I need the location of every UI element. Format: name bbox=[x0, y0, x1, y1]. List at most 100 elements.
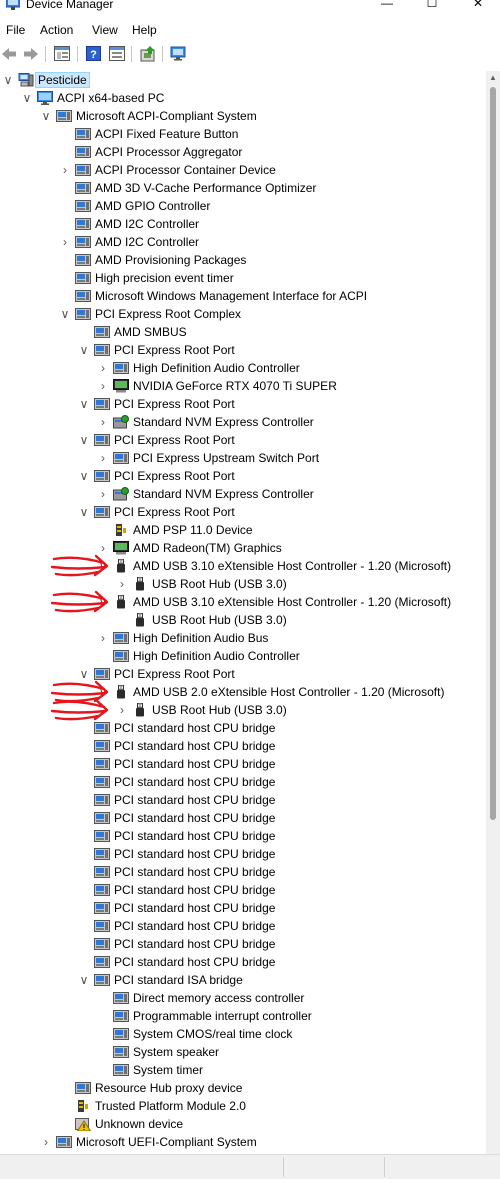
vertical-scrollbar[interactable]: ▲ bbox=[486, 71, 500, 1154]
tree-node[interactable]: ∨ Pesticide bbox=[0, 71, 486, 89]
help-icon[interactable]: ? bbox=[85, 45, 102, 62]
tree-node[interactable]: PCI standard host CPU bridge bbox=[0, 791, 486, 809]
tree-node[interactable]: Direct memory access controller bbox=[0, 989, 486, 1007]
menu-view[interactable]: View bbox=[92, 23, 118, 37]
tree-node[interactable]: PCI standard host CPU bridge bbox=[0, 827, 486, 845]
chevron-right-icon[interactable]: › bbox=[59, 161, 71, 179]
menu-action[interactable]: Action bbox=[40, 23, 73, 37]
tree-node[interactable]: › NVIDIA GeForce RTX 4070 Ti SUPER bbox=[0, 377, 486, 395]
scroll-up-arrow-icon[interactable]: ▲ bbox=[489, 73, 497, 83]
update-driver-icon[interactable] bbox=[139, 45, 156, 62]
chevron-down-icon[interactable]: ∨ bbox=[2, 71, 14, 89]
maximize-button[interactable]: ☐ bbox=[410, 0, 454, 12]
tree-node[interactable]: System timer bbox=[0, 1061, 486, 1079]
tree-node[interactable]: › USB Root Hub (USB 3.0) bbox=[0, 575, 486, 593]
chevron-down-icon[interactable]: ∨ bbox=[97, 557, 109, 575]
menu-file[interactable]: File bbox=[6, 23, 25, 37]
tree-node[interactable]: › High Definition Audio Bus bbox=[0, 629, 486, 647]
tree-node[interactable]: ∨ PCI Express Root Port bbox=[0, 341, 486, 359]
tree-node[interactable]: ∨ ACPI x64-based PC bbox=[0, 89, 486, 107]
tree-node[interactable]: PCI standard host CPU bridge bbox=[0, 845, 486, 863]
properties-sheet-icon[interactable] bbox=[53, 45, 70, 62]
chevron-right-icon[interactable]: › bbox=[97, 449, 109, 467]
chevron-down-icon[interactable]: ∨ bbox=[78, 971, 90, 989]
tree-node[interactable]: ∨ AMD USB 3.10 eXtensible Host Controller… bbox=[0, 557, 486, 575]
tree-node[interactable]: PCI standard host CPU bridge bbox=[0, 899, 486, 917]
chevron-down-icon[interactable]: ∨ bbox=[78, 431, 90, 449]
tree-node[interactable]: ∨ PCI Express Root Port bbox=[0, 467, 486, 485]
tree-node[interactable]: › USB Root Hub (USB 3.0) bbox=[0, 701, 486, 719]
tree-node[interactable]: PCI standard host CPU bridge bbox=[0, 863, 486, 881]
chevron-down-icon[interactable]: ∨ bbox=[59, 305, 71, 323]
tree-node[interactable]: AMD Provisioning Packages bbox=[0, 251, 486, 269]
tree-node[interactable]: Microsoft Windows Management Interface f… bbox=[0, 287, 486, 305]
tree-node[interactable]: ∨ PCI Express Root Port bbox=[0, 395, 486, 413]
tree-node[interactable]: System CMOS/real time clock bbox=[0, 1025, 486, 1043]
chevron-down-icon[interactable]: ∨ bbox=[78, 395, 90, 413]
tree-node[interactable]: ∨ PCI Express Root Port bbox=[0, 431, 486, 449]
chevron-right-icon[interactable]: › bbox=[40, 1133, 52, 1151]
tree-node[interactable]: High Definition Audio Controller bbox=[0, 647, 486, 665]
tree-node[interactable]: System speaker bbox=[0, 1043, 486, 1061]
chevron-right-icon[interactable]: › bbox=[59, 233, 71, 251]
tree-node[interactable]: Trusted Platform Module 2.0 bbox=[0, 1097, 486, 1115]
tree-node[interactable]: Unknown device bbox=[0, 1115, 486, 1133]
tree-node[interactable]: AMD GPIO Controller bbox=[0, 197, 486, 215]
tree-node[interactable]: High precision event timer bbox=[0, 269, 486, 287]
chevron-right-icon[interactable]: › bbox=[97, 629, 109, 647]
chevron-right-icon[interactable]: › bbox=[97, 485, 109, 503]
minimize-button[interactable]: — bbox=[365, 0, 409, 12]
forward-icon[interactable] bbox=[22, 45, 39, 62]
tree-node[interactable]: › AMD Radeon(TM) Graphics bbox=[0, 539, 486, 557]
device-tree[interactable]: ∨ Pesticide ∨ ACPI x64-based PC ∨ Microsoft A… bbox=[0, 71, 486, 1154]
tree-node[interactable]: › AMD I2C Controller bbox=[0, 233, 486, 251]
tree-node[interactable]: PCI standard host CPU bridge bbox=[0, 881, 486, 899]
chevron-down-icon[interactable]: ∨ bbox=[40, 107, 52, 125]
monitor-scan-icon[interactable] bbox=[170, 45, 187, 62]
tree-node[interactable]: Programmable interrupt controller bbox=[0, 1007, 486, 1025]
tree-node[interactable]: PCI standard host CPU bridge bbox=[0, 737, 486, 755]
chevron-right-icon[interactable]: › bbox=[97, 539, 109, 557]
tree-node[interactable]: ∨ AMD USB 3.10 eXtensible Host Controller… bbox=[0, 593, 486, 611]
tree-node[interactable]: PCI standard host CPU bridge bbox=[0, 953, 486, 971]
tree-node[interactable]: › ACPI Processor Container Device bbox=[0, 161, 486, 179]
tree-node[interactable]: › Standard NVM Express Controller bbox=[0, 413, 486, 431]
tree-node[interactable]: AMD PSP 11.0 Device bbox=[0, 521, 486, 539]
tree-node[interactable]: › Standard NVM Express Controller bbox=[0, 485, 486, 503]
tree-node[interactable]: › High Definition Audio Controller bbox=[0, 359, 486, 377]
tree-node[interactable]: PCI standard host CPU bridge bbox=[0, 809, 486, 827]
chevron-right-icon[interactable]: › bbox=[97, 359, 109, 377]
tree-node[interactable]: AMD 3D V-Cache Performance Optimizer bbox=[0, 179, 486, 197]
chevron-down-icon[interactable]: ∨ bbox=[78, 341, 90, 359]
tree-node[interactable]: › Microsoft UEFI-Compliant System bbox=[0, 1133, 486, 1151]
show-hidden-icon[interactable] bbox=[108, 45, 125, 62]
tree-node[interactable]: ∨ PCI standard ISA bridge bbox=[0, 971, 486, 989]
menu-help[interactable]: Help bbox=[132, 23, 157, 37]
tree-node[interactable]: USB Root Hub (USB 3.0) bbox=[0, 611, 486, 629]
tree-node[interactable]: Resource Hub proxy device bbox=[0, 1079, 486, 1097]
tree-node[interactable]: ∨ PCI Express Root Port bbox=[0, 503, 486, 521]
chevron-down-icon[interactable]: ∨ bbox=[21, 89, 33, 107]
close-button[interactable]: ✕ bbox=[456, 0, 500, 12]
tree-node[interactable]: ∨ PCI Express Root Port bbox=[0, 665, 486, 683]
tree-node[interactable]: PCI standard host CPU bridge bbox=[0, 917, 486, 935]
tree-node[interactable]: ACPI Fixed Feature Button bbox=[0, 125, 486, 143]
tree-node[interactable]: ∨ PCI Express Root Complex bbox=[0, 305, 486, 323]
chevron-down-icon[interactable]: ∨ bbox=[78, 467, 90, 485]
tree-node[interactable]: ACPI Processor Aggregator bbox=[0, 143, 486, 161]
tree-node[interactable]: PCI standard host CPU bridge bbox=[0, 773, 486, 791]
back-icon[interactable] bbox=[0, 45, 17, 62]
chevron-down-icon[interactable]: ∨ bbox=[78, 665, 90, 683]
chevron-down-icon[interactable]: ∨ bbox=[78, 503, 90, 521]
tree-node[interactable]: › PCI Express Upstream Switch Port bbox=[0, 449, 486, 467]
chevron-right-icon[interactable]: › bbox=[97, 413, 109, 431]
tree-node[interactable]: PCI standard host CPU bridge bbox=[0, 755, 486, 773]
tree-node[interactable]: ∨ AMD USB 2.0 eXtensible Host Controller … bbox=[0, 683, 486, 701]
tree-node[interactable]: AMD I2C Controller bbox=[0, 215, 486, 233]
chevron-right-icon[interactable]: › bbox=[116, 701, 128, 719]
chevron-down-icon[interactable]: ∨ bbox=[97, 593, 109, 611]
chevron-right-icon[interactable]: › bbox=[97, 377, 109, 395]
tree-node[interactable]: AMD SMBUS bbox=[0, 323, 486, 341]
tree-node[interactable]: PCI standard host CPU bridge bbox=[0, 719, 486, 737]
tree-node[interactable]: PCI standard host CPU bridge bbox=[0, 935, 486, 953]
